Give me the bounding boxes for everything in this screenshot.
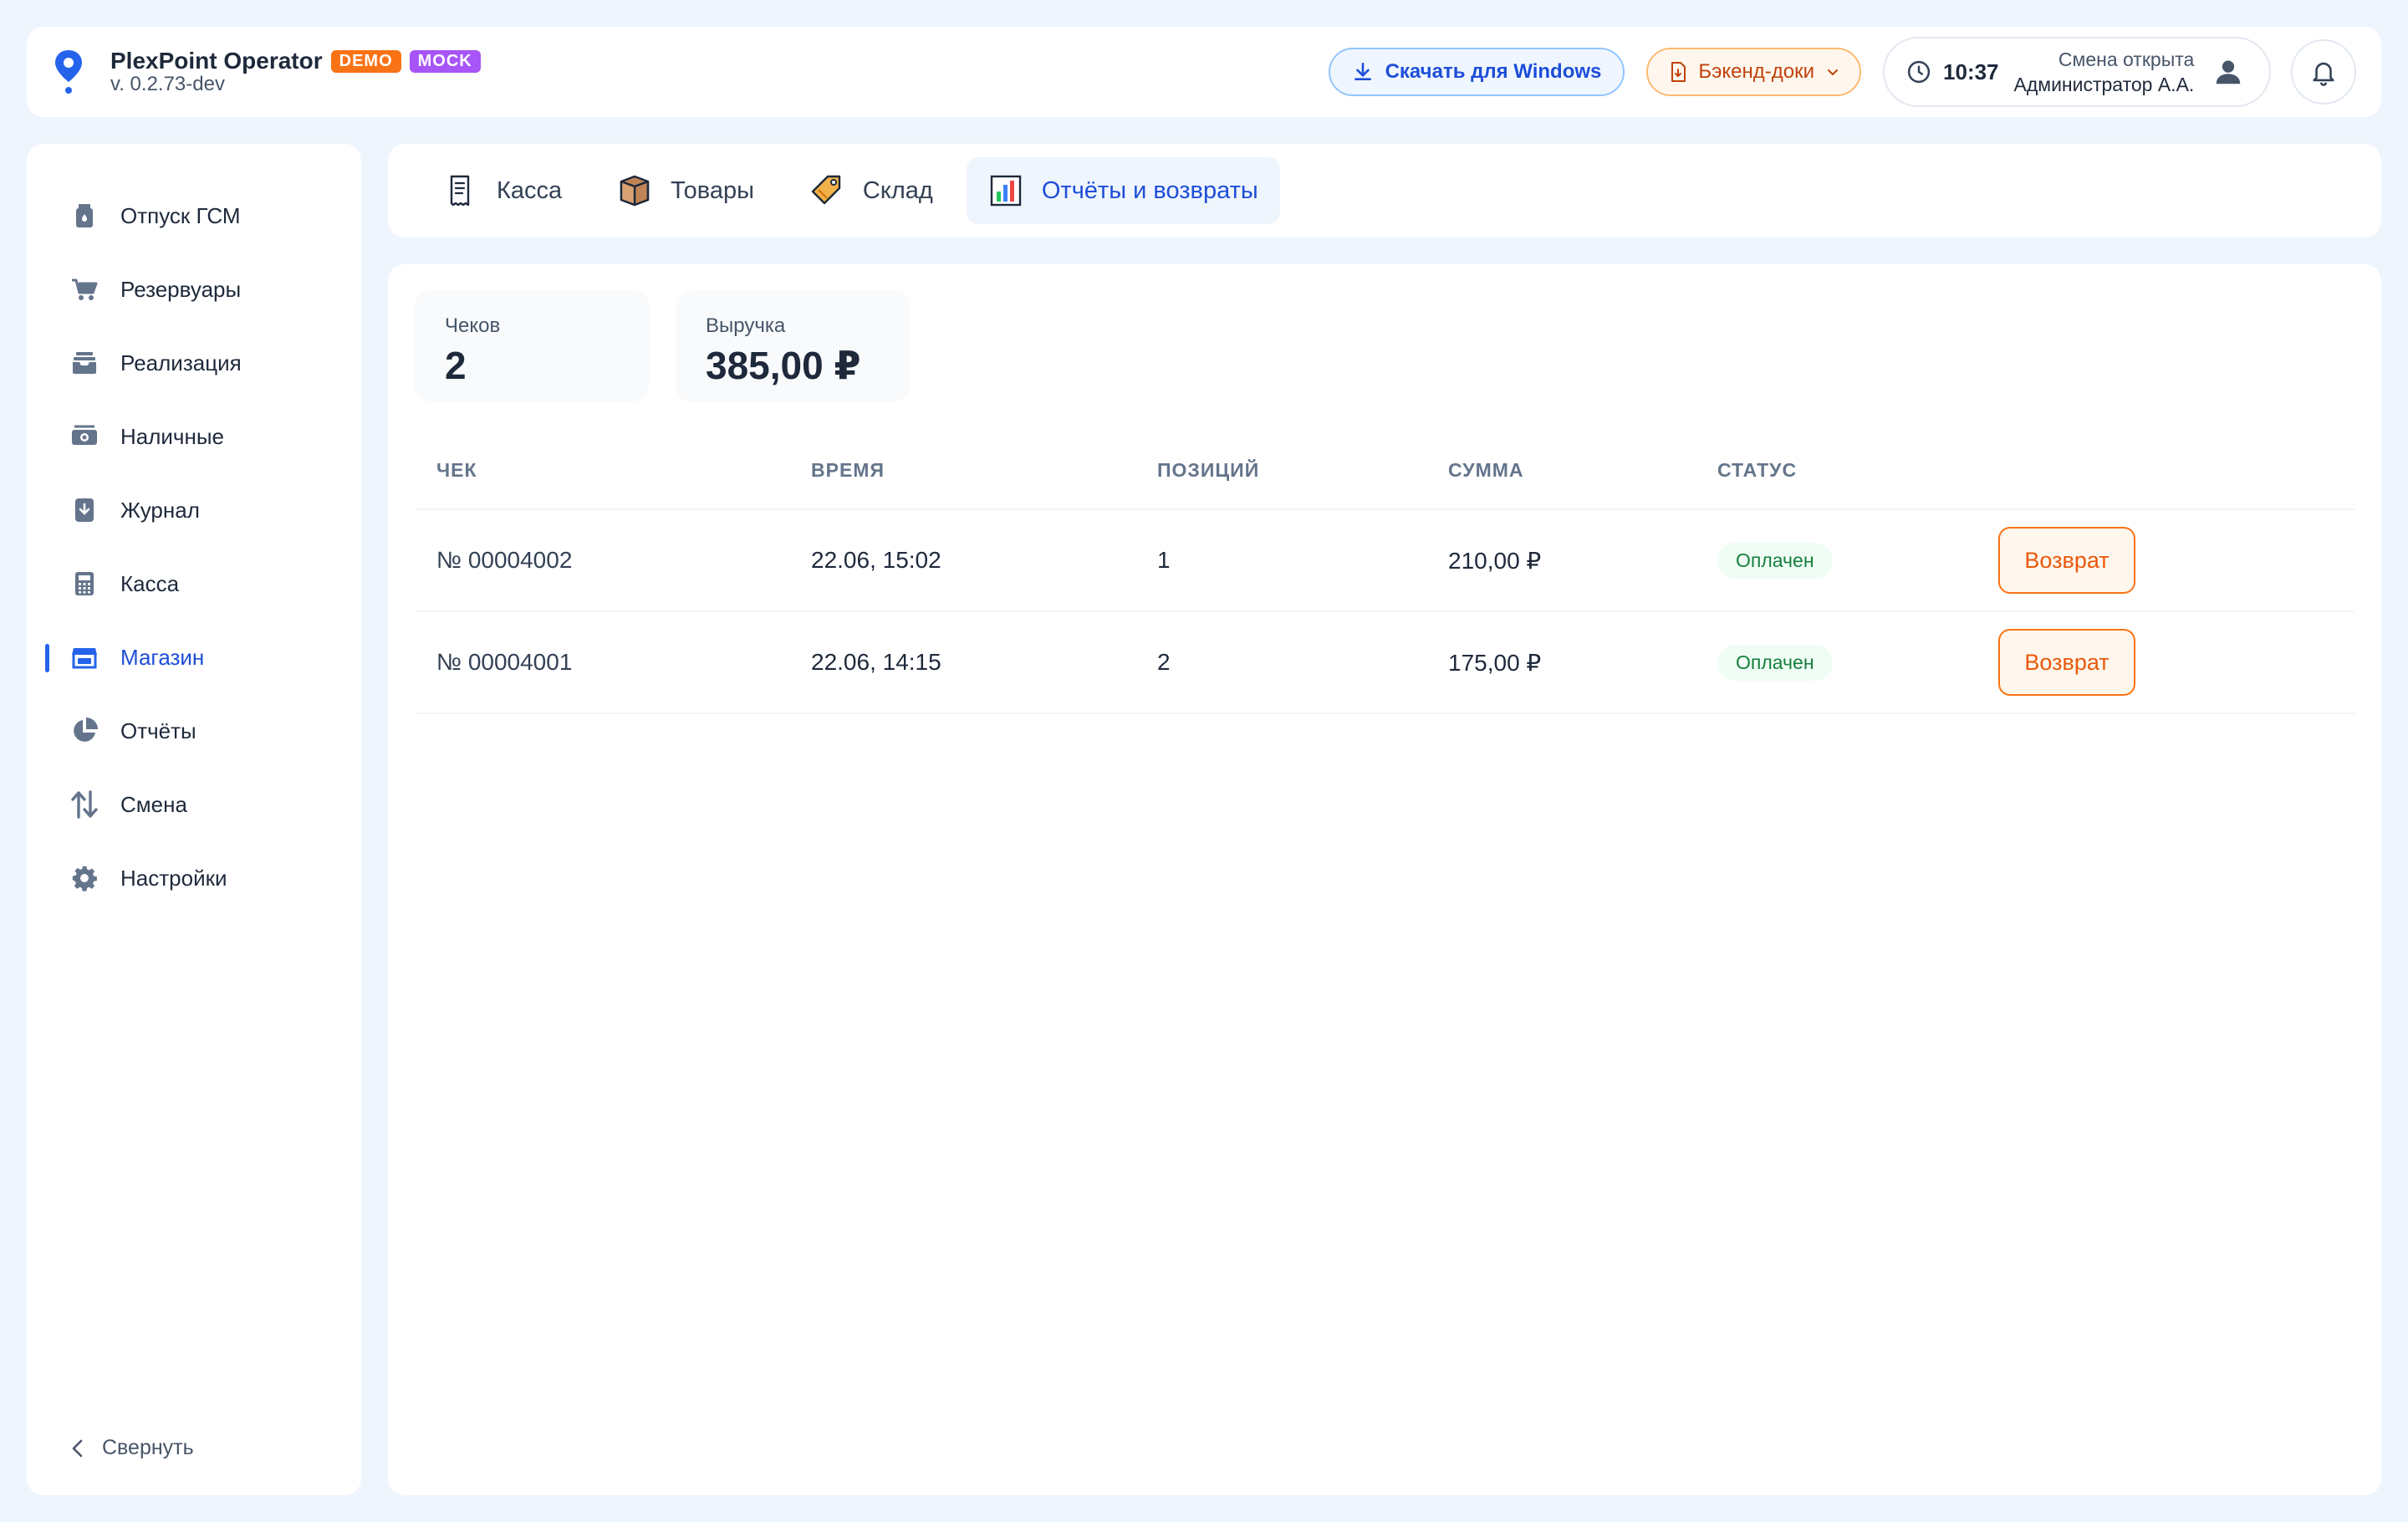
current-time: 10:37 [1943,59,1999,84]
check-time: 22.06, 14:15 [811,649,941,675]
check-positions: 1 [1157,547,1171,573]
tab-register[interactable]: Касса [421,157,584,224]
document-icon [1671,62,1686,82]
tab-label: Товары [671,176,754,204]
sidebar-item-sales[interactable]: Реализация [27,326,361,400]
download-icon [1354,62,1371,80]
sidebar-item-register[interactable]: Касса [27,547,361,621]
return-button[interactable]: Возврат [1998,527,2135,594]
table-row: № 00004002 22.06, 15:02 1 210,00 ₽ Оплач… [415,510,2354,612]
checks-count-value: 2 [445,344,467,387]
collapse-sidebar-button[interactable]: Свернуть [69,1436,194,1460]
reports-panel: Чеков 2 Выручка 385,00 ₽ ЧЕК ВРЕМЯ ПОЗИЦ… [388,264,2381,1495]
tab-label: Склад [862,176,933,204]
store-icon [69,641,100,673]
location-pin-icon [55,50,82,94]
tab-reports-returns[interactable]: Отчёты и возвраты [966,157,1280,224]
column-header-check: ЧЕК [436,458,477,481]
inbox-icon [69,347,100,379]
app-header: PlexPoint Operator DEMO MOCK v. 0.2.73-d… [27,27,2381,117]
sidebar-item-label: Реализация [120,350,242,375]
shift-status: Смена открыта [2058,49,2195,70]
sidebar-item-store[interactable]: Магазин [27,621,361,694]
check-number: № 00004002 [436,547,573,573]
revenue-value: 385,00 ₽ [706,344,861,387]
cash-icon [69,421,100,452]
checks-table: ЧЕК ВРЕМЯ ПОЗИЦИЙ СУММА СТАТУС № 0000400… [415,432,2354,714]
check-sum: 210,00 ₽ [1448,547,1542,574]
column-header-sum: СУММА [1448,458,1524,481]
revenue-card: Выручка 385,00 ₽ [676,291,910,401]
fuel-can-icon [69,200,100,232]
user-name: Администратор А.А. [2013,74,2195,95]
tab-warehouse[interactable]: Склад [788,157,955,224]
sidebar-item-tanks[interactable]: Резервуары [27,253,361,326]
sidebar-item-label: Магазин [120,644,205,670]
status-badge: Оплачен [1717,644,1833,681]
backend-docs-label: Бэкенд-доки [1698,60,1814,83]
column-header-positions: ПОЗИЦИЙ [1157,458,1260,481]
tab-products[interactable]: Товары [595,157,776,224]
receipt-icon [450,175,470,207]
table-row: № 00004001 22.06, 14:15 2 175,00 ₽ Оплач… [415,612,2354,714]
bar-chart-icon [990,175,1022,207]
revenue-label: Выручка [706,314,786,337]
shift-info-panel[interactable]: 10:37 Смена открыта Администратор А.А. [1883,37,2271,107]
notifications-button[interactable] [2291,39,2356,105]
demo-badge: DEMO [330,49,401,73]
table-header: ЧЕК ВРЕМЯ ПОЗИЦИЙ СУММА СТАТУС [415,432,2354,510]
sidebar-item-settings[interactable]: Настройки [27,841,361,915]
checks-count-card: Чеков 2 [415,291,649,401]
check-sum: 175,00 ₽ [1448,649,1542,676]
tag-icon [811,175,841,205]
sidebar-item-label: Резервуары [120,276,242,302]
column-header-status: СТАТУС [1717,458,1798,481]
brand: PlexPoint Operator DEMO MOCK v. 0.2.73-d… [110,48,481,96]
gear-icon [69,862,100,894]
check-positions: 2 [1157,649,1171,675]
sidebar-item-journal[interactable]: Журнал [27,473,361,547]
sidebar-item-fuel-dispense[interactable]: Отпуск ГСМ [27,179,361,253]
return-button[interactable]: Возврат [1998,629,2135,696]
chevron-down-icon [1828,69,1838,76]
swap-arrows-icon [69,789,100,820]
backend-docs-button[interactable]: Бэкенд-доки [1646,48,1861,96]
download-windows-button[interactable]: Скачать для Windows [1328,48,1625,96]
collapse-label: Свернуть [102,1436,194,1459]
mock-badge: MOCK [409,49,481,73]
box-icon [620,175,650,207]
sidebar-item-label: Смена [120,791,187,817]
calculator-icon [69,568,100,600]
sidebar-item-label: Наличные [120,423,224,449]
download-windows-label: Скачать для Windows [1385,60,1602,83]
sidebar: Отпуск ГСМ Резервуары Реализация Наличны… [27,144,361,1495]
app-version: v. 0.2.73-dev [110,73,225,95]
store-tabs: Касса Товары Склад Отчёты и возвраты [388,144,2381,237]
chevron-left-icon [72,1439,83,1457]
user-avatar-icon [2217,60,2241,84]
app-title: PlexPoint Operator [110,48,323,74]
journal-icon [69,494,100,526]
sidebar-item-label: Настройки [120,865,227,891]
sidebar-item-label: Отчёты [120,718,196,743]
column-header-time: ВРЕМЯ [811,458,885,481]
sidebar-item-label: Касса [120,570,180,596]
clock-icon [1907,60,1931,84]
cart-icon [69,273,100,305]
pie-chart-icon [69,715,100,747]
checks-count-label: Чеков [445,314,501,337]
status-badge: Оплачен [1717,542,1833,579]
sidebar-item-label: Журнал [120,497,200,523]
bell-icon [2313,62,2334,86]
tab-label: Отчёты и возвраты [1041,176,1258,204]
check-number: № 00004001 [436,649,573,675]
sidebar-item-label: Отпуск ГСМ [120,202,241,228]
sidebar-item-reports[interactable]: Отчёты [27,694,361,768]
sidebar-item-shift[interactable]: Смена [27,768,361,841]
tab-label: Касса [497,176,563,204]
sidebar-item-cash[interactable]: Наличные [27,400,361,473]
check-time: 22.06, 15:02 [811,547,941,573]
